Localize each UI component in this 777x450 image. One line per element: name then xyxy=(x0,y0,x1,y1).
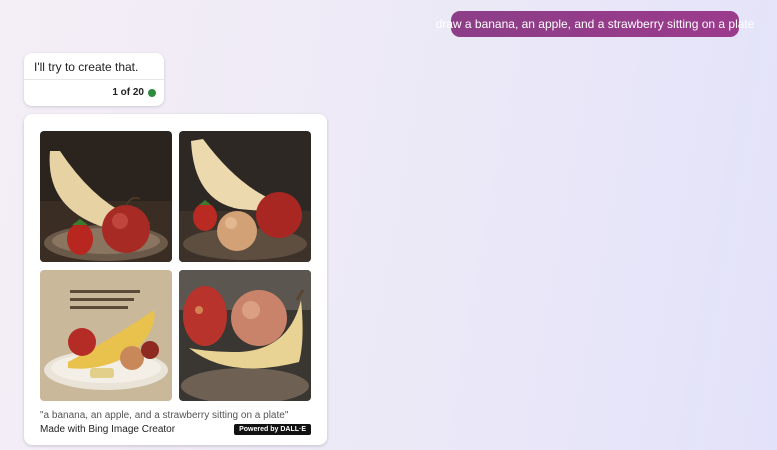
user-prompt-bubble: draw a banana, an apple, and a strawberr… xyxy=(436,11,754,37)
generated-image-3-graphic xyxy=(40,270,172,401)
generated-image-3[interactable] xyxy=(40,270,172,401)
bot-reply-text: I'll try to create that. xyxy=(34,60,139,74)
generated-image-1[interactable] xyxy=(40,131,172,262)
bot-reply-card: I'll try to create that. 1 of 20 xyxy=(24,53,164,106)
divider xyxy=(24,79,164,80)
generated-image-2-graphic xyxy=(179,131,311,262)
made-with-link[interactable]: Made with Bing Image Creator xyxy=(40,424,175,435)
generated-image-2[interactable] xyxy=(179,131,311,262)
status-dot-icon xyxy=(148,88,156,97)
generated-image-4[interactable] xyxy=(179,270,311,401)
generated-image-4-graphic xyxy=(179,270,311,401)
image-result-card: "a banana, an apple, and a strawberry si… xyxy=(24,114,327,445)
turn-counter: 1 of 20 xyxy=(112,87,156,98)
powered-by-badge: Powered by DALL·E xyxy=(234,424,311,435)
image-caption: "a banana, an apple, and a strawberry si… xyxy=(40,410,289,421)
generated-image-1-graphic xyxy=(40,131,172,262)
turn-counter-text: 1 of 20 xyxy=(112,87,144,98)
